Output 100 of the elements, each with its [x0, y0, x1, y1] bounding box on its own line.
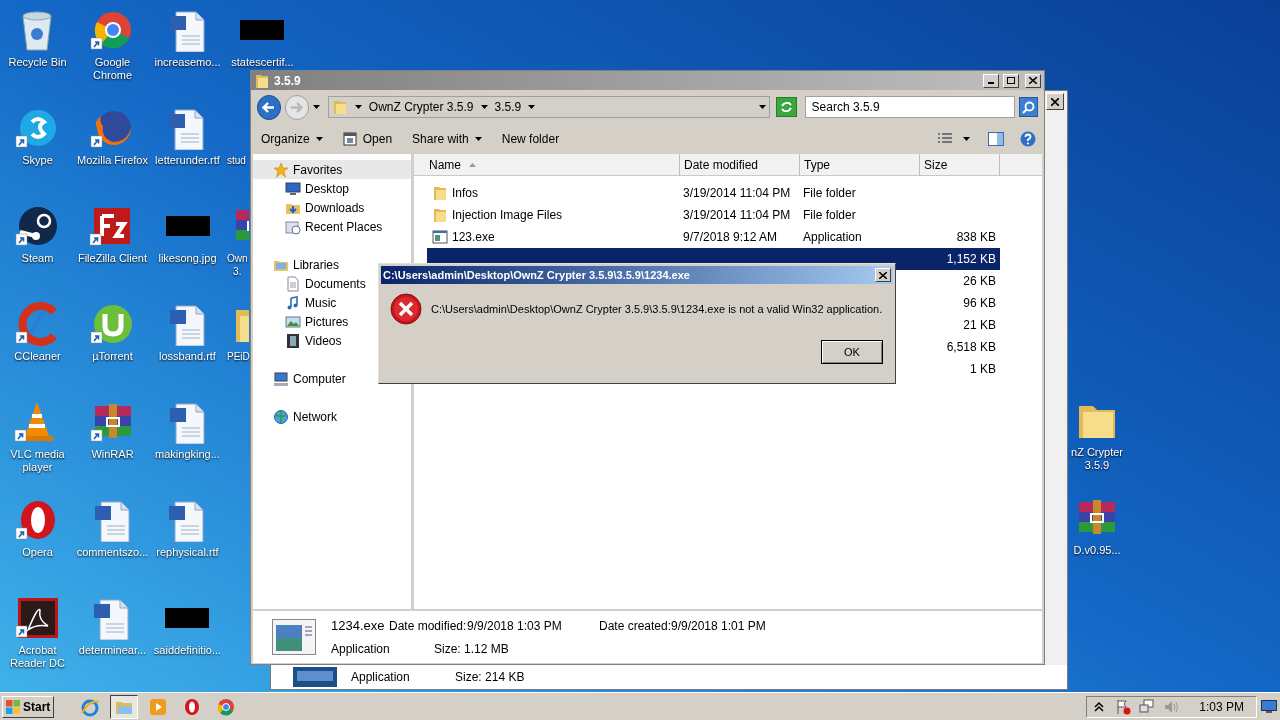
file-type: Application	[803, 230, 862, 244]
window-title: 3.5.9	[274, 72, 302, 90]
file-type: File folder	[803, 208, 856, 222]
desktop-shortcut[interactable]: likesong.jpg	[158, 202, 217, 265]
desktop-shortcut[interactable]: D.v0.95...	[1073, 494, 1121, 557]
nav-item[interactable]: Favorites	[253, 160, 411, 179]
start-button[interactable]: Start	[2, 695, 54, 718]
column-header[interactable]: Size	[920, 154, 1000, 176]
folder-icon	[254, 72, 270, 89]
desktop-shortcut[interactable]: lossband.rtf	[159, 300, 216, 363]
desktop-shortcut[interactable]: FileZilla Client	[77, 202, 148, 265]
search-field[interactable]: Search 3.5.9	[804, 96, 1015, 118]
field-label: Date created:	[599, 618, 671, 636]
toolbar-button[interactable]: New folder	[497, 127, 564, 151]
application-icon	[432, 229, 448, 245]
breadcrumb-item[interactable]: 3.5.9	[494, 98, 522, 116]
back-button[interactable]	[257, 94, 281, 120]
file-date: 3/19/2014 11:04 PM	[683, 208, 791, 222]
music-note-icon	[285, 294, 301, 311]
globe-icon	[273, 408, 289, 425]
desktop-shortcut[interactable]: Mozilla Firefox	[77, 104, 148, 167]
open-icon	[342, 132, 357, 146]
taskbar-button[interactable]	[110, 694, 138, 719]
maximize-button[interactable]	[1003, 73, 1019, 88]
desktop-shortcut[interactable]: nZ Crypter 3.5.9	[1071, 396, 1123, 472]
search-icon	[1021, 100, 1035, 114]
close-icon	[879, 271, 887, 279]
file-date: 3/19/2014 11:04 PM	[683, 186, 791, 200]
column-header[interactable]: Date modified	[680, 154, 800, 176]
history-caret-icon	[312, 105, 320, 109]
show-desktop-button[interactable]	[1260, 697, 1278, 716]
field-value: Size: 1.12 MB	[434, 640, 509, 658]
address-bar[interactable]: OwnZ Crypter 3.5.9 3.5.9	[327, 96, 771, 118]
close-button[interactable]	[875, 268, 891, 282]
desktop-shortcut[interactable]: statescertif...	[231, 6, 294, 69]
file-name: 1234.exe	[331, 617, 386, 636]
desktop-shortcut[interactable]: letterunder.rtf	[155, 104, 220, 167]
picture-icon	[285, 313, 301, 330]
file-row[interactable]: Infos 3/19/2014 11:04 PM File folder	[427, 182, 1000, 204]
close-icon	[1029, 77, 1037, 84]
field-value: 9/9/2018 1:03 PM	[467, 618, 563, 636]
search-button[interactable]	[1018, 97, 1038, 117]
desktop-shortcut[interactable]: makingking...	[155, 398, 220, 461]
error-icon	[390, 293, 422, 325]
desktop-shortcut[interactable]: Skype	[13, 104, 62, 167]
desktop-shortcut[interactable]: CCleaner	[13, 300, 62, 363]
close-button[interactable]	[1025, 73, 1041, 88]
desktop-shortcut[interactable]: increasemo...	[154, 6, 221, 69]
browser-icon	[216, 696, 236, 717]
ok-button[interactable]: OK	[821, 340, 883, 364]
desktop-shortcut[interactable]: µTorrent	[88, 300, 137, 363]
forward-arrow-icon	[290, 101, 304, 113]
file-type: Application	[351, 669, 411, 686]
column-header[interactable]: Name	[414, 154, 680, 176]
details-view-icon	[937, 132, 953, 146]
toolbar-button[interactable]: Organize	[257, 127, 327, 151]
desktop-shortcut[interactable]: Own 3.	[227, 202, 249, 278]
file-date: 9/7/2018 9:12 AM	[683, 230, 778, 244]
file-size: 1 KB	[970, 361, 996, 378]
desktop-shortcut[interactable]: Google Chrome	[88, 6, 137, 82]
file-name: Injection Image Files	[452, 207, 563, 224]
file-type: Application	[331, 640, 391, 658]
application-icon	[272, 619, 316, 655]
help-button[interactable]	[1018, 129, 1038, 149]
caret-icon	[963, 137, 970, 141]
refresh-button[interactable]	[776, 97, 797, 117]
file-row[interactable]: Injection Image Files 3/19/2014 11:04 PM File folder	[427, 204, 1000, 226]
redaction-bar	[165, 608, 210, 628]
folder-icon	[432, 207, 448, 223]
flag-error-icon[interactable]	[1115, 698, 1132, 715]
media-player-icon	[148, 696, 168, 717]
star-icon	[273, 161, 289, 178]
file-size: Size: 214 KB	[455, 669, 525, 686]
help-icon	[1020, 131, 1036, 147]
toolbar-button[interactable]: Open	[338, 127, 397, 151]
preview-pane-icon	[988, 132, 1004, 146]
desktop-shortcut[interactable]: Steam	[13, 202, 62, 265]
logo-picture-icon	[293, 667, 337, 687]
network-icon[interactable]	[1139, 698, 1156, 715]
file-row[interactable]: 123.exe 9/7/2018 9:12 AM Application 838 KB	[427, 226, 1000, 248]
maximize-icon	[1007, 77, 1015, 84]
breadcrumb-caret-icon	[354, 105, 362, 109]
close-button[interactable]	[1046, 93, 1064, 110]
folder-icon	[331, 99, 348, 115]
desktop-shortcut[interactable]: Recycle Bin	[8, 6, 67, 69]
toolbar-button[interactable]: Share with	[408, 127, 486, 151]
file-size: 21 KB	[963, 317, 996, 334]
minimize-button[interactable]	[983, 73, 999, 88]
file-size: 838 KB	[956, 229, 996, 246]
close-icon	[1051, 97, 1059, 106]
film-strip-icon	[285, 332, 301, 349]
redaction-bar	[165, 216, 210, 236]
breadcrumb-item[interactable]: OwnZ Crypter 3.5.9	[368, 98, 474, 116]
column-header[interactable]: Type	[800, 154, 920, 176]
refresh-icon	[779, 101, 793, 113]
preview-pane-button[interactable]	[986, 129, 1006, 149]
desktop-shortcut[interactable]: stud	[227, 104, 246, 167]
back-arrow-icon	[262, 101, 276, 113]
field-label: Date modified:	[389, 618, 467, 636]
caret-icon	[315, 137, 323, 141]
